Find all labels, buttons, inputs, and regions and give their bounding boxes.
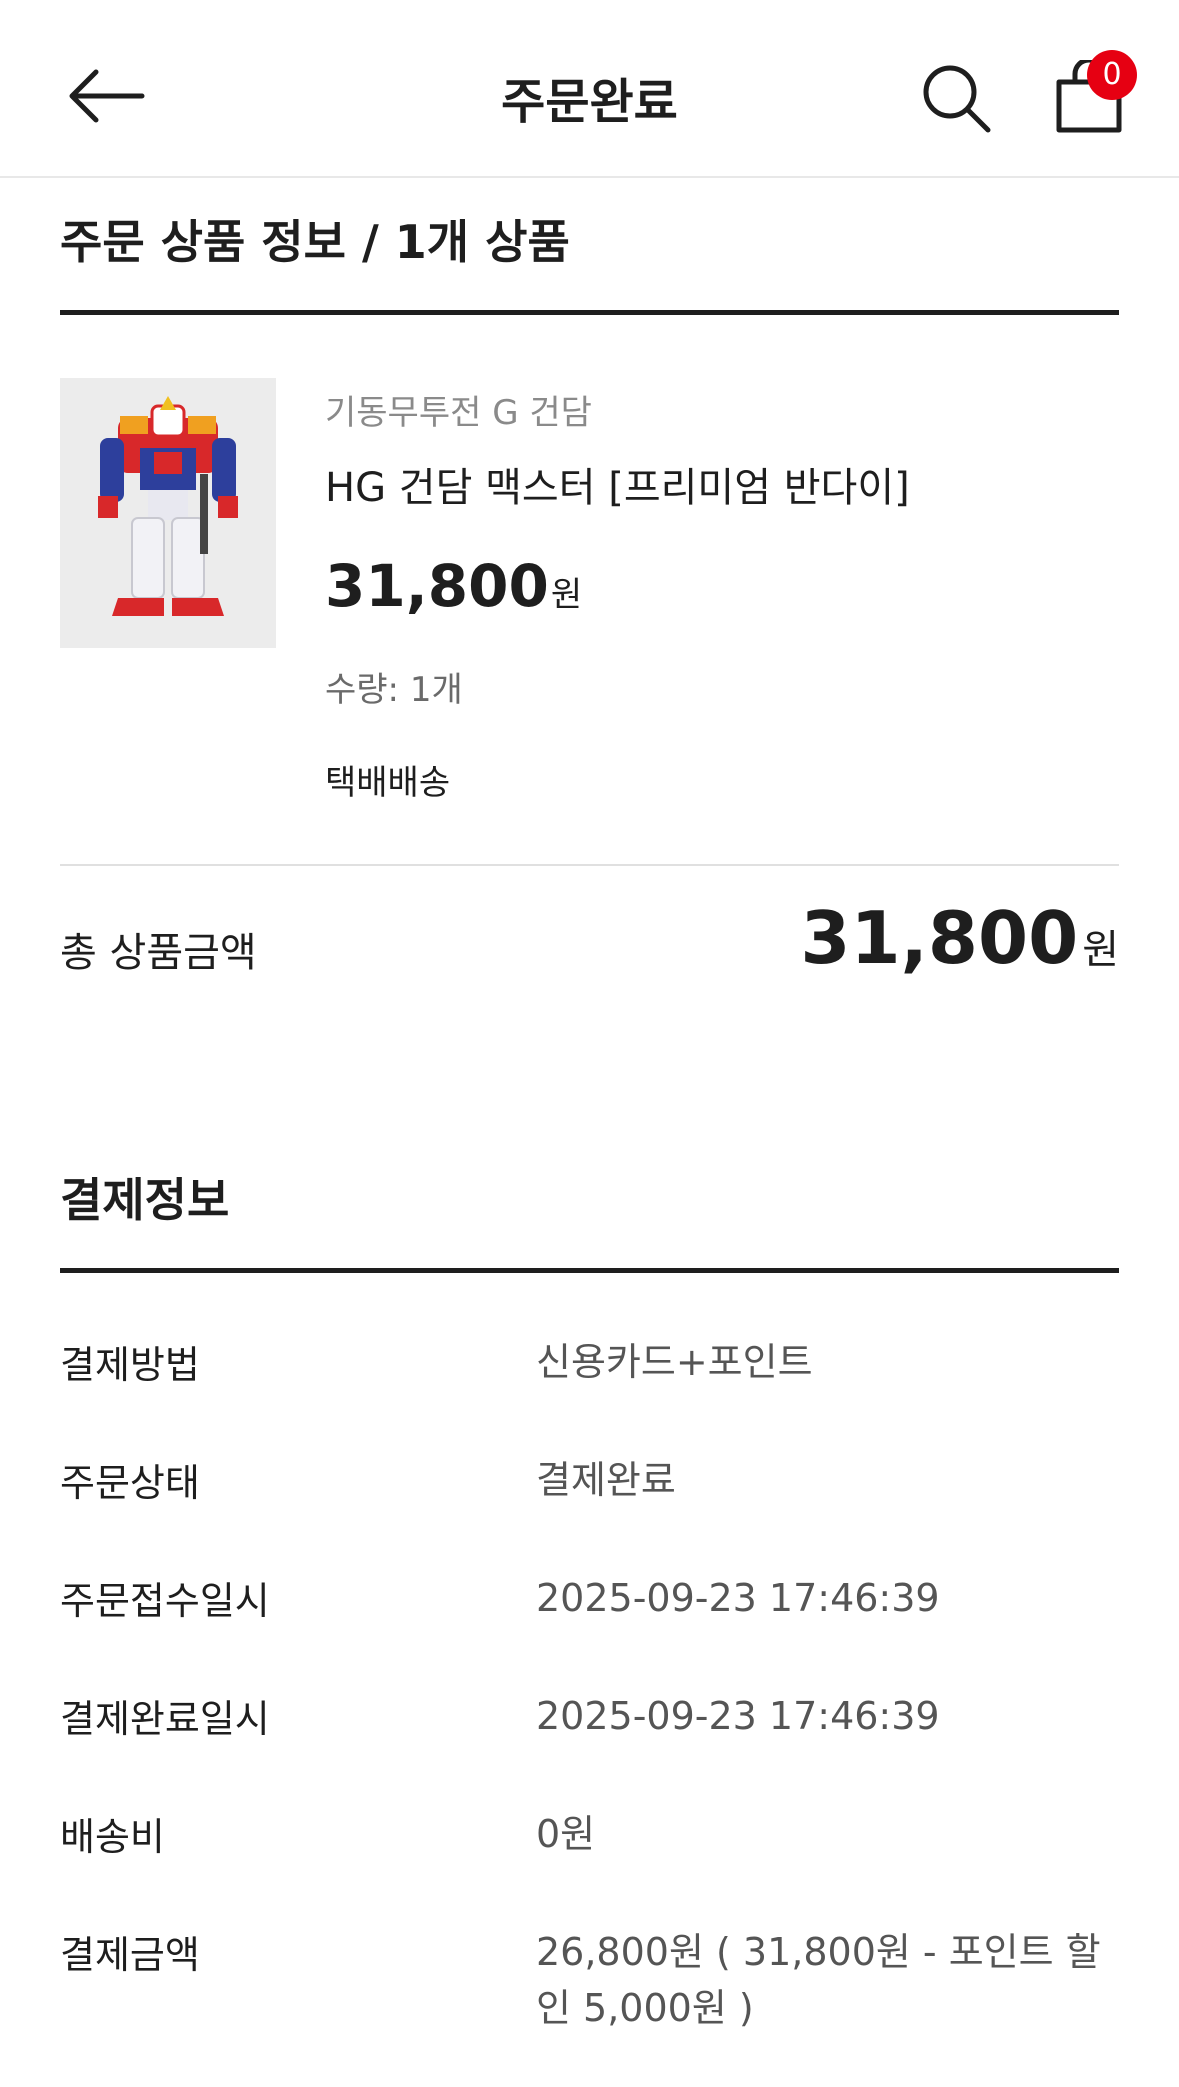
divider — [60, 864, 1119, 866]
info-value: 26,800원 ( 31,800원 - 포인트 할인 5,000원 ) — [536, 1930, 1101, 2030]
info-label: 배송비 — [60, 1815, 165, 1859]
search-icon — [923, 65, 991, 133]
info-label: 결제방법 — [60, 1343, 200, 1387]
product-thumbnail[interactable] — [60, 378, 276, 648]
section-divider — [60, 310, 1119, 315]
total-amount-value: 31,800 — [800, 896, 1079, 980]
product-price: 31,800원 — [325, 552, 582, 620]
order-section-title: 주문 상품 정보 / 1개 상품 — [60, 215, 570, 269]
product-name[interactable]: HG 건담 맥스터 [프리미엄 반다이] — [325, 455, 910, 513]
info-value: 2025-09-23 17:46:39 — [536, 1576, 940, 1620]
info-value: 결제완료 — [536, 1458, 676, 1502]
total-amount-unit: 원 — [1082, 927, 1119, 973]
product-brand: 기동무투전 G 건담 — [325, 393, 592, 433]
info-label: 결제금액 — [60, 1933, 200, 1977]
page-title: 주문완료 — [501, 74, 678, 130]
info-label: 주문접수일시 — [60, 1579, 270, 1623]
search-button[interactable] — [920, 62, 992, 134]
section-divider — [60, 1268, 1119, 1273]
total-product-amount-label: 총 상품금액 — [60, 930, 257, 976]
total-product-amount: 31,800 원 — [800, 896, 1119, 980]
product-quantity: 수량: 1개 — [325, 670, 463, 710]
info-label: 주문상태 — [60, 1461, 200, 1505]
product-price-value: 31,800 — [325, 552, 549, 620]
info-value: 신용카드+포인트 — [536, 1340, 813, 1384]
top-app-bar: 주문완료 0 — [0, 0, 1179, 178]
payment-section-title: 결제정보 — [60, 1173, 230, 1227]
shipping-method: 택배배송 — [325, 763, 451, 803]
info-value: 0원 — [536, 1812, 596, 1856]
info-value: 2025-09-23 17:46:39 — [536, 1694, 940, 1738]
cart-count-badge: 0 — [1087, 50, 1137, 100]
product-price-unit: 원 — [550, 575, 583, 615]
info-label: 결제완료일시 — [60, 1697, 270, 1741]
gundam-figure-image — [98, 396, 238, 616]
